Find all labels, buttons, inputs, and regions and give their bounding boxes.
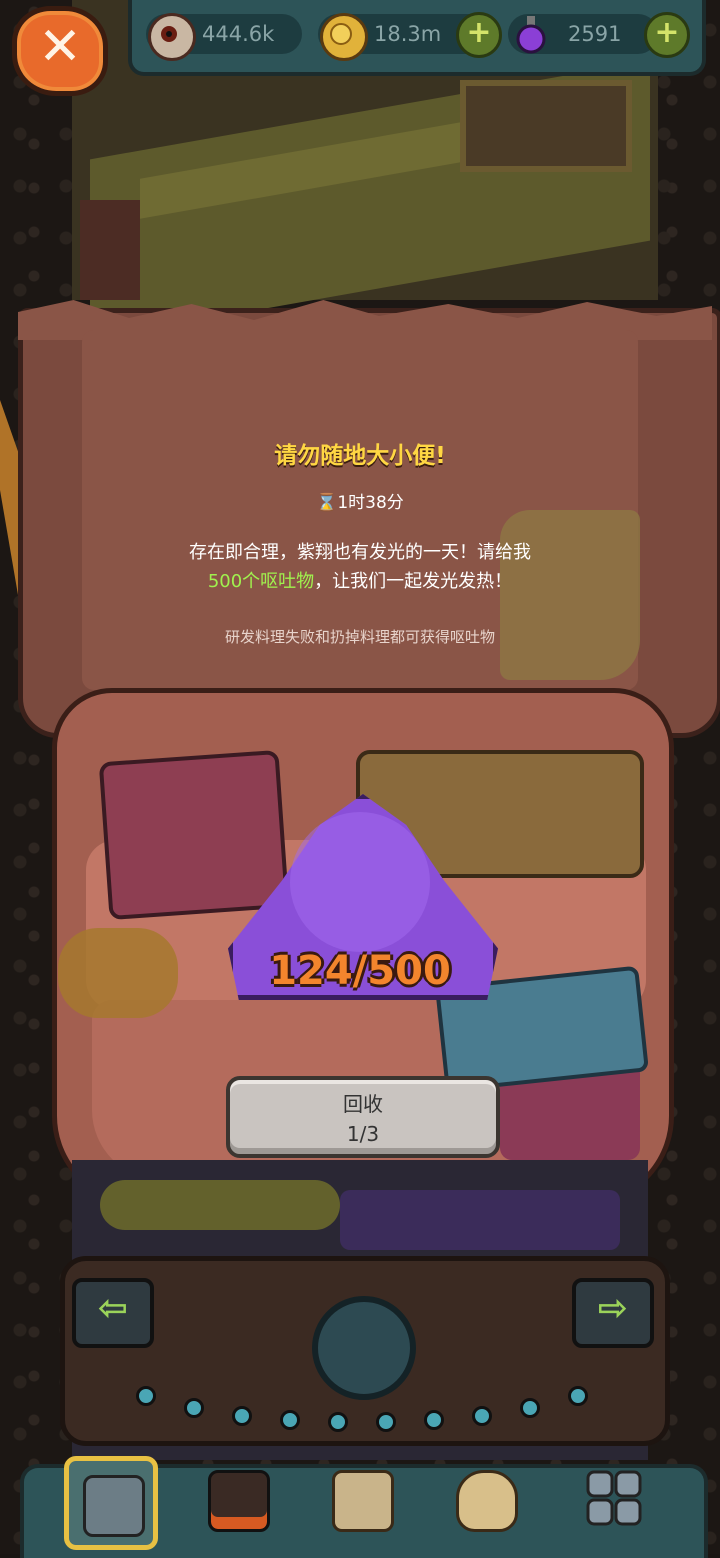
- prev-floor-arrow-icon[interactable]: ⇦: [72, 1278, 154, 1348]
- machine-light: [376, 1412, 396, 1432]
- restaurant-icon: [83, 1475, 145, 1537]
- add-potions-button[interactable]: +: [644, 12, 690, 58]
- potion-value: 2591: [568, 22, 622, 46]
- potion-icon: [510, 13, 552, 55]
- machine-light: [328, 1412, 348, 1432]
- machine-light: [424, 1410, 444, 1430]
- machine-light: [520, 1398, 540, 1418]
- add-coins-button[interactable]: +: [456, 12, 502, 58]
- coin-icon: [320, 13, 368, 61]
- machine-light: [136, 1386, 156, 1406]
- kitchen-icon: [208, 1470, 270, 1532]
- nav-restaurant-button[interactable]: [64, 1456, 158, 1550]
- grid-menu-icon: [586, 1470, 642, 1526]
- eyeball-counter: 444.6k: [146, 13, 302, 61]
- book-icon: [332, 1470, 394, 1532]
- potion-counter: 2591: [508, 14, 658, 54]
- requirement-rest: ，让我们一起发光发热！: [314, 571, 513, 592]
- event-timer: ⌛1时38分: [0, 488, 720, 513]
- machine-light: [280, 1410, 300, 1430]
- resource-bar: 444.6k 18.3m + 2591 +: [128, 0, 706, 76]
- nav-kitchen-button[interactable]: [194, 1456, 278, 1540]
- event-description-line1: 存在即合理，紫翔也有发光的一天！请给我: [189, 542, 531, 563]
- pink-pillow: [98, 749, 290, 921]
- coin-value: 18.3m: [374, 22, 442, 46]
- slime-floor: [100, 1180, 340, 1230]
- timer-text: 1时38分: [337, 493, 404, 513]
- collection-progress: 124/500: [269, 948, 451, 994]
- machine-light: [232, 1406, 252, 1426]
- panel-patch: [500, 510, 640, 680]
- nav-recipe-book-button[interactable]: [318, 1456, 402, 1540]
- requirement-highlight: 500个呕吐物: [207, 571, 315, 592]
- nav-money-bag-button[interactable]: [442, 1456, 526, 1540]
- eyeball-icon: [148, 13, 196, 61]
- recycle-label: 回收: [343, 1092, 383, 1116]
- machine-light: [472, 1406, 492, 1426]
- close-icon: ✕: [38, 17, 82, 77]
- brick-wall: [80, 200, 140, 300]
- event-hint: 研发料理失败和扔掉料理都可获得呕吐物: [224, 628, 495, 646]
- recycle-count: 1/3: [346, 1122, 380, 1146]
- machine-light: [568, 1386, 588, 1406]
- hourglass-icon: ⌛: [316, 493, 338, 513]
- money-bag-icon: [456, 1470, 518, 1532]
- door-frame: [460, 80, 632, 172]
- vomit-pile-highlight: [290, 812, 430, 952]
- next-floor-arrow-icon[interactable]: ⇨: [572, 1278, 654, 1348]
- event-title: 请勿随地大小便!: [274, 443, 446, 469]
- nav-menu-button[interactable]: [572, 1456, 656, 1540]
- recycle-button[interactable]: 回收 1/3: [226, 1076, 500, 1158]
- close-button[interactable]: ✕: [12, 6, 108, 96]
- center-dial-icon: [312, 1296, 416, 1400]
- purple-floor: [340, 1190, 620, 1250]
- event-description-line2: 500个呕吐物，让我们一起发光发热！: [0, 567, 720, 593]
- machine-light: [184, 1398, 204, 1418]
- eyeball-value: 444.6k: [202, 22, 275, 46]
